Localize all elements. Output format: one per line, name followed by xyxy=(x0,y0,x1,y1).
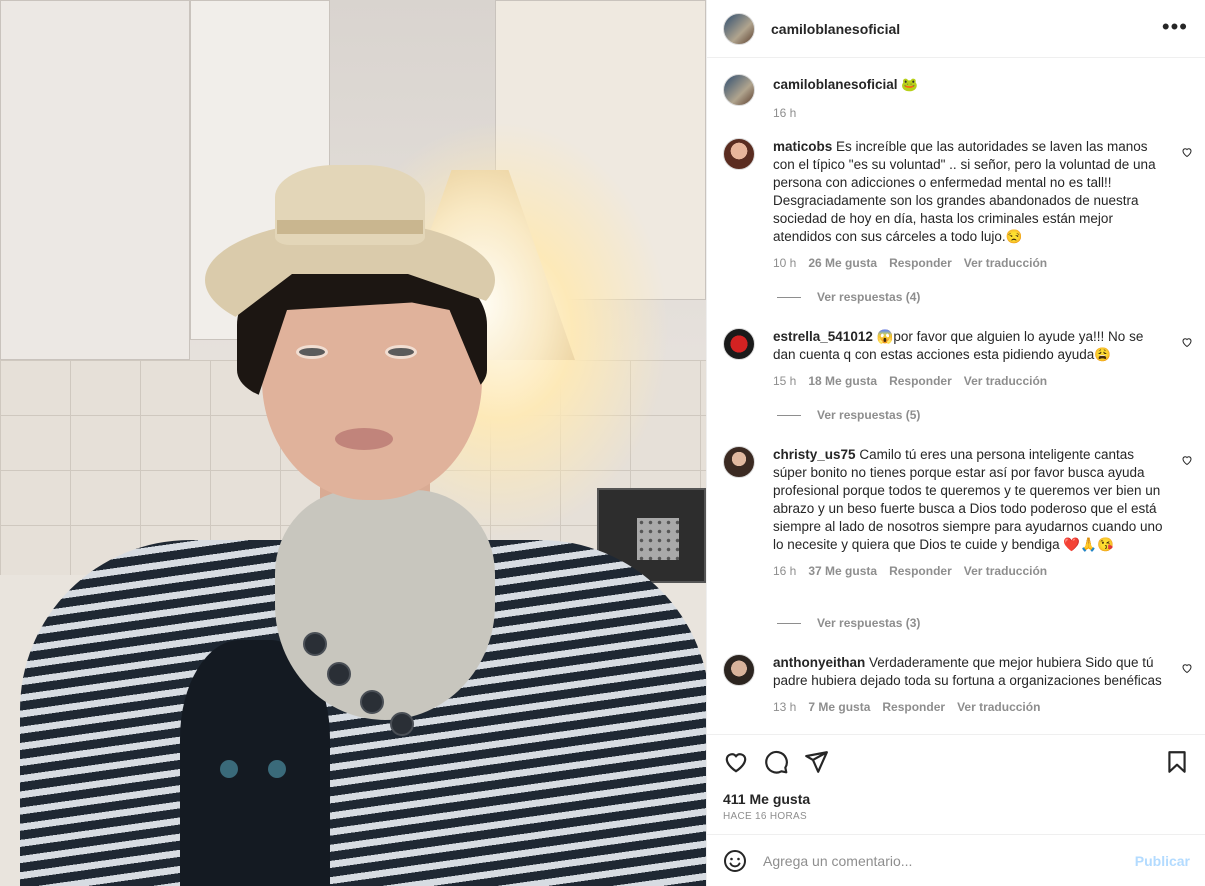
straw-hat xyxy=(205,165,495,340)
comment-input[interactable] xyxy=(763,852,1123,869)
comment-likes[interactable]: 37 Me gusta xyxy=(808,562,877,580)
bookmark-icon[interactable] xyxy=(1164,749,1190,775)
post-dialog: camiloblanesoficial ••• camiloblanesofic… xyxy=(0,0,1205,886)
view-replies-button[interactable]: Ver respuestas (4) xyxy=(777,290,920,304)
comment-time[interactable]: 15 h xyxy=(773,372,796,390)
comment-text: Es increíble que las autoridades se lave… xyxy=(773,139,1156,244)
comment-icon[interactable] xyxy=(763,749,789,775)
author-avatar[interactable] xyxy=(723,74,755,106)
caption-time[interactable]: 16 h xyxy=(773,104,796,122)
reply-button[interactable]: Responder xyxy=(889,562,952,580)
comment-item: christy_us75 Camilo tú eres una persona … xyxy=(723,446,1193,580)
eye xyxy=(296,345,328,359)
reply-button[interactable]: Responder xyxy=(882,698,945,716)
comment-likes[interactable]: 26 Me gusta xyxy=(808,254,877,272)
translate-button[interactable]: Ver traducción xyxy=(964,254,1047,272)
commenter-avatar[interactable] xyxy=(723,138,755,170)
post-header: camiloblanesoficial ••• xyxy=(707,0,1205,58)
caption-username[interactable]: camiloblanesoficial xyxy=(773,77,898,92)
comment-time[interactable]: 16 h xyxy=(773,562,796,580)
comment-username[interactable]: christy_us75 xyxy=(773,447,856,462)
commenter-avatar[interactable] xyxy=(723,328,755,360)
reply-button[interactable]: Responder xyxy=(889,254,952,272)
more-icon[interactable]: ••• xyxy=(1162,16,1188,38)
post-actions: 411 Me gusta HACE 16 HORAS xyxy=(707,734,1205,834)
publish-button[interactable]: Publicar xyxy=(1135,853,1190,869)
reply-button[interactable]: Responder xyxy=(889,372,952,390)
comment-username[interactable]: anthonyeithan xyxy=(773,655,865,670)
view-replies-button[interactable]: Ver respuestas (5) xyxy=(777,408,920,422)
comment-username[interactable]: maticobs xyxy=(773,139,832,154)
comment-time[interactable]: 13 h xyxy=(773,698,796,716)
translate-button[interactable]: Ver traducción xyxy=(964,562,1047,580)
view-replies-label: Ver respuestas (4) xyxy=(817,290,921,304)
comment-likes[interactable]: 7 Me gusta xyxy=(808,698,870,716)
sweater-button xyxy=(327,662,351,686)
post-timestamp[interactable]: HACE 16 HORAS xyxy=(723,811,807,822)
send-icon[interactable] xyxy=(803,749,829,775)
mouth xyxy=(335,428,393,450)
comment-body: anthonyeithan Verdaderamente que mejor h… xyxy=(773,654,1165,716)
add-comment-bar: Publicar xyxy=(707,834,1205,886)
sweater-button xyxy=(360,690,384,714)
cabinet xyxy=(0,0,190,360)
scarf xyxy=(275,490,495,720)
comment-item: anthonyeithan Verdaderamente que mejor h… xyxy=(723,654,1193,716)
sweater-button xyxy=(390,712,414,736)
post-side-panel: camiloblanesoficial ••• camiloblanesofic… xyxy=(706,0,1205,886)
author-username[interactable]: camiloblanesoficial xyxy=(771,21,900,37)
comment-body: estrella_541012 😱por favor que alguien l… xyxy=(773,328,1165,390)
comment-heart-icon[interactable] xyxy=(1181,454,1193,466)
comment-body: christy_us75 Camilo tú eres una persona … xyxy=(773,446,1165,580)
likes-count[interactable]: 411 Me gusta xyxy=(723,791,810,807)
comment-heart-icon[interactable] xyxy=(1181,662,1193,674)
heart-icon[interactable] xyxy=(723,749,749,775)
view-replies-label: Ver respuestas (3) xyxy=(817,616,921,630)
comment-text: Camilo tú eres una persona inteligente c… xyxy=(773,447,1163,552)
comment-heart-icon[interactable] xyxy=(1181,146,1193,158)
comments-list[interactable]: camiloblanesoficial 🐸 16 h maticobs Es i… xyxy=(707,58,1205,734)
post-photo[interactable] xyxy=(0,0,706,886)
author-avatar[interactable] xyxy=(723,12,755,45)
comment-heart-icon[interactable] xyxy=(1181,336,1193,348)
emoji-icon[interactable] xyxy=(723,849,747,873)
comment-likes[interactable]: 18 Me gusta xyxy=(808,372,877,390)
eye xyxy=(385,345,417,359)
translate-button[interactable]: Ver traducción xyxy=(964,372,1047,390)
comment-item: maticobs Es increíble que las autoridade… xyxy=(723,138,1193,272)
caption-body: camiloblanesoficial 🐸 16 h xyxy=(773,74,1165,122)
caption-text: 🐸 xyxy=(901,77,919,92)
sweater-button xyxy=(303,632,327,656)
caption: camiloblanesoficial 🐸 16 h xyxy=(723,74,1193,122)
translate-button[interactable]: Ver traducción xyxy=(957,698,1040,716)
commenter-avatar[interactable] xyxy=(723,654,755,686)
comment-body: maticobs Es increíble que las autoridade… xyxy=(773,138,1165,272)
comment-username[interactable]: estrella_541012 xyxy=(773,329,873,344)
view-replies-button[interactable]: Ver respuestas (3) xyxy=(777,616,920,630)
view-replies-label: Ver respuestas (5) xyxy=(817,408,921,422)
comment-item: estrella_541012 😱por favor que alguien l… xyxy=(723,328,1193,390)
comment-time[interactable]: 10 h xyxy=(773,254,796,272)
commenter-avatar[interactable] xyxy=(723,446,755,478)
